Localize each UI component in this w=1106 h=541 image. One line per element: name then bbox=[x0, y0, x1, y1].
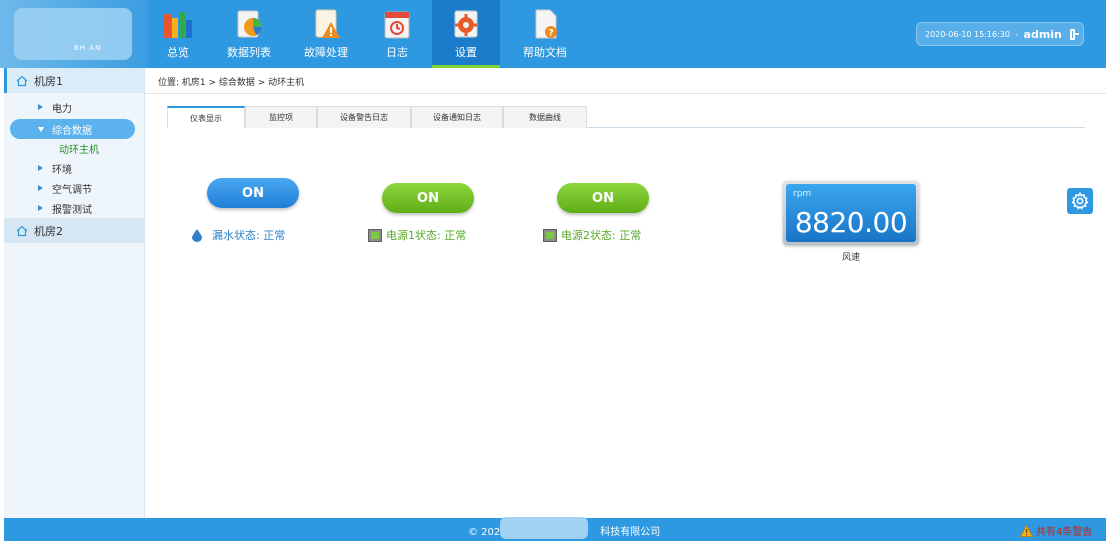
gauge-display: rpm 8820.00 bbox=[786, 184, 916, 242]
sidebar-item-alarm-test[interactable]: 报警测试 bbox=[4, 198, 144, 218]
user-icon bbox=[1015, 33, 1018, 35]
books-icon bbox=[164, 12, 192, 38]
tab-device-warning-log[interactable]: 设备警告日志 bbox=[317, 106, 411, 128]
user-box: 2020-06-10 15:16:30 admin bbox=[916, 22, 1084, 46]
nav-label: 帮助文档 bbox=[523, 46, 567, 59]
settings-gear-icon bbox=[454, 10, 478, 38]
sidebar-room-2[interactable]: 机房2 bbox=[4, 218, 144, 243]
caret-right-icon bbox=[38, 165, 43, 171]
tab-monitor-items[interactable]: 监控项 bbox=[245, 106, 317, 128]
nav-log[interactable]: 日志 bbox=[362, 0, 432, 68]
breadcrumb: 位置: 机房1 > 综合数据 > 动环主机 bbox=[158, 77, 305, 88]
divider bbox=[145, 93, 1106, 94]
power-plug-icon bbox=[368, 228, 382, 242]
room-label: 机房2 bbox=[34, 224, 63, 238]
logout-icon[interactable] bbox=[1069, 28, 1080, 40]
power-plug-icon bbox=[543, 228, 557, 242]
warning-text: 共有4条警告 bbox=[1036, 527, 1093, 538]
svg-text:?: ? bbox=[548, 29, 553, 39]
sidebar-item-environment[interactable]: 环境 bbox=[4, 158, 144, 178]
tab-data-curve[interactable]: 数据曲线 bbox=[503, 106, 587, 128]
sidebar-item-integrated-data[interactable]: 综合数据 bbox=[10, 119, 135, 139]
power2-status: 电源2状态: 正常 bbox=[543, 227, 641, 243]
nav-label: 设置 bbox=[455, 46, 477, 59]
nav-settings[interactable]: 设置 bbox=[432, 0, 500, 68]
gauge-label: 风速 bbox=[842, 253, 861, 263]
sidebar-item-label: 空气调节 bbox=[52, 184, 92, 196]
warning-icon bbox=[1020, 524, 1033, 537]
sidebar-item-label: 环境 bbox=[52, 164, 72, 176]
logo-mask bbox=[14, 8, 132, 60]
status-text: 电源2状态: 正常 bbox=[561, 229, 642, 242]
status-text: 漏水状态: 正常 bbox=[212, 229, 286, 242]
top-nav-bar: BH AN 总览 数据列表 故障处理 日志 设置 ? 帮助文档 2020-06-… bbox=[0, 0, 1106, 68]
nav-fault-handling[interactable]: 故障处理 bbox=[290, 0, 362, 68]
sidebar: 机房1 电力 综合数据 动环主机 环境 空气调节 报警测试 机房2 bbox=[4, 68, 145, 518]
home-icon bbox=[16, 225, 28, 236]
main-nav: 总览 数据列表 故障处理 日志 设置 ? 帮助文档 bbox=[148, 0, 590, 68]
warning-doc-icon bbox=[315, 9, 340, 38]
warning-count[interactable]: 共有4条警告 bbox=[1020, 523, 1092, 538]
help-doc-icon: ? bbox=[535, 9, 557, 39]
nav-overview[interactable]: 总览 bbox=[148, 0, 208, 68]
tab-bar: 仪表显示 监控项 设备警告日志 设备通知日志 数据曲线 bbox=[167, 106, 1085, 128]
tab-device-notice-log[interactable]: 设备通知日志 bbox=[411, 106, 503, 128]
wind-speed-gauge: rpm 8820.00 bbox=[783, 181, 919, 245]
nav-label: 数据列表 bbox=[227, 46, 271, 59]
sidebar-item-label: 报警测试 bbox=[52, 204, 92, 216]
nav-help-docs[interactable]: ? 帮助文档 bbox=[500, 0, 590, 68]
sidebar-item-label: 电力 bbox=[52, 103, 72, 115]
nav-label: 日志 bbox=[386, 46, 408, 59]
copyright-end: 科技有限公司 bbox=[600, 527, 661, 538]
sidebar-room-1[interactable]: 机房1 bbox=[4, 68, 144, 93]
calendar-log-icon bbox=[384, 11, 410, 39]
gauge-unit: rpm bbox=[793, 189, 812, 199]
logo[interactable]: BH AN bbox=[0, 0, 148, 68]
water-drop-icon bbox=[192, 228, 202, 242]
nav-label: 故障处理 bbox=[304, 46, 348, 59]
caret-right-icon bbox=[38, 205, 43, 211]
copyright-start: © 202 bbox=[468, 527, 501, 538]
caret-right-icon bbox=[38, 104, 43, 110]
chart-list-icon bbox=[237, 10, 262, 38]
sidebar-item-label: 综合数据 bbox=[52, 125, 92, 137]
home-icon bbox=[16, 75, 28, 86]
room-label: 机房1 bbox=[34, 74, 63, 88]
leak-toggle[interactable]: ON bbox=[207, 178, 299, 208]
nav-label: 总览 bbox=[167, 46, 189, 59]
redaction-mask bbox=[500, 517, 588, 539]
username[interactable]: admin bbox=[1024, 28, 1062, 41]
gear-icon bbox=[1071, 192, 1089, 210]
sidebar-item-power[interactable]: 电力 bbox=[4, 97, 144, 117]
sidebar-subitem-host[interactable]: 动环主机 bbox=[4, 139, 144, 158]
caret-right-icon bbox=[38, 185, 43, 191]
datetime: 2020-06-10 15:16:30 bbox=[925, 29, 1010, 39]
tab-gauge-display[interactable]: 仪表显示 bbox=[167, 106, 245, 128]
sidebar-item-air-conditioning[interactable]: 空气调节 bbox=[4, 178, 144, 198]
caret-down-icon bbox=[38, 127, 44, 132]
power2-toggle[interactable]: ON bbox=[557, 183, 649, 213]
settings-button[interactable] bbox=[1067, 188, 1093, 214]
leak-status: 漏水状态: 正常 bbox=[192, 227, 285, 243]
power1-status: 电源1状态: 正常 bbox=[368, 227, 466, 243]
logo-text: BH AN bbox=[74, 44, 102, 52]
status-text: 电源1状态: 正常 bbox=[386, 229, 467, 242]
power1-toggle[interactable]: ON bbox=[382, 183, 474, 213]
nav-data-list[interactable]: 数据列表 bbox=[208, 0, 290, 68]
gauge-value: 8820.00 bbox=[794, 206, 908, 239]
